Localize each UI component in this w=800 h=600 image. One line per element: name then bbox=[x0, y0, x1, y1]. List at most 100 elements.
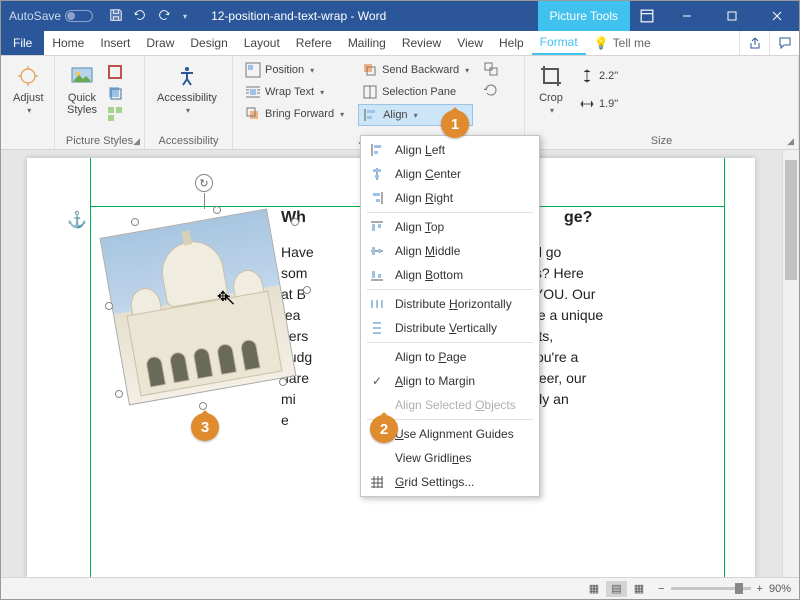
print-layout-icon[interactable]: ▤ bbox=[606, 581, 626, 597]
picture-styles-group-label: Picture Styles bbox=[66, 135, 133, 147]
bring-forward-button[interactable]: Bring Forward▾ bbox=[241, 104, 348, 124]
tab-format[interactable]: Format bbox=[532, 31, 586, 55]
ribbon-display-options-icon[interactable] bbox=[630, 9, 664, 23]
read-mode-icon[interactable]: ▦ bbox=[585, 583, 603, 595]
alignment-guide-right bbox=[724, 158, 725, 577]
resize-handle[interactable] bbox=[213, 206, 221, 214]
menu-label: Align Center bbox=[395, 167, 461, 181]
toggle-off-icon bbox=[65, 10, 93, 22]
menu-align-top[interactable]: Align Top bbox=[361, 215, 539, 239]
menu-align-left[interactable]: Align Left bbox=[361, 138, 539, 162]
view-buttons: ▦ ▤ ▦ bbox=[585, 582, 648, 595]
wrap-text-icon bbox=[245, 84, 261, 100]
save-icon[interactable] bbox=[109, 8, 123, 25]
web-layout-icon[interactable]: ▦ bbox=[630, 583, 648, 595]
menu-distribute-horizontally[interactable]: Distribute Horizontally bbox=[361, 292, 539, 316]
menu-align-middle[interactable]: Align Middle bbox=[361, 239, 539, 263]
size-dialog-launcher-icon[interactable]: ◢ bbox=[787, 136, 794, 147]
adjust-icon bbox=[14, 62, 42, 90]
tab-layout[interactable]: Layout bbox=[236, 31, 288, 55]
menu-align-center[interactable]: Align Center bbox=[361, 162, 539, 186]
rotate-handle[interactable]: ↻ bbox=[195, 174, 213, 192]
group-objects-icon[interactable] bbox=[483, 61, 499, 80]
picture-layout-icon[interactable] bbox=[107, 106, 123, 125]
menu-label: Align Selected Objects bbox=[395, 398, 516, 412]
zoom-control: − + 90% bbox=[658, 583, 791, 595]
tab-insert[interactable]: Insert bbox=[92, 31, 138, 55]
scrollbar-thumb[interactable] bbox=[785, 160, 797, 280]
selected-picture[interactable] bbox=[113, 222, 293, 402]
crop-button[interactable]: Crop▾ bbox=[533, 60, 569, 117]
menu-align-right[interactable]: Align Right bbox=[361, 186, 539, 210]
zoom-in-button[interactable]: + bbox=[757, 583, 763, 595]
title-bar: AutoSave ▾ 12-position-and-text-wrap - W… bbox=[1, 1, 799, 31]
tab-file[interactable]: File bbox=[1, 31, 44, 55]
minimize-button[interactable] bbox=[664, 1, 709, 31]
position-icon bbox=[245, 62, 261, 78]
rotate-icon[interactable] bbox=[483, 82, 499, 101]
send-backward-label: Send Backward bbox=[382, 64, 459, 76]
autosave-toggle[interactable]: AutoSave bbox=[1, 9, 101, 23]
ribbon-tabs: File Home Insert Draw Design Layout Refe… bbox=[1, 31, 799, 56]
bring-forward-label: Bring Forward bbox=[265, 108, 334, 120]
width-input[interactable]: 1.9" bbox=[575, 94, 622, 114]
resize-handle[interactable] bbox=[303, 286, 311, 294]
quick-styles-button[interactable]: Quick Styles bbox=[63, 60, 101, 118]
height-input[interactable]: 2.2" bbox=[575, 66, 622, 86]
position-button[interactable]: Position▾ bbox=[241, 60, 348, 80]
vertical-scrollbar[interactable] bbox=[782, 150, 799, 577]
resize-handle[interactable] bbox=[115, 390, 123, 398]
tab-help[interactable]: Help bbox=[491, 31, 532, 55]
menu-distribute-vertically[interactable]: Distribute Vertically bbox=[361, 316, 539, 340]
zoom-slider[interactable] bbox=[671, 587, 751, 590]
tab-view[interactable]: View bbox=[449, 31, 491, 55]
tell-me-search[interactable]: 💡 Tell me bbox=[586, 31, 659, 55]
picture-effects-icon[interactable] bbox=[107, 85, 123, 104]
qat-more-icon[interactable]: ▾ bbox=[183, 12, 187, 21]
resize-handle[interactable] bbox=[279, 378, 287, 386]
redo-icon[interactable] bbox=[157, 8, 171, 25]
menu-align-bottom[interactable]: Align Bottom bbox=[361, 263, 539, 287]
dialog-launcher-icon[interactable]: ◢ bbox=[133, 136, 140, 147]
share-button[interactable] bbox=[739, 31, 769, 55]
zoom-out-button[interactable]: − bbox=[658, 583, 664, 595]
resize-handle[interactable] bbox=[131, 218, 139, 226]
menu-label: Align to Page bbox=[395, 350, 466, 364]
anchor-icon: ⚓ bbox=[67, 210, 87, 230]
menu-label: Align Left bbox=[395, 143, 445, 157]
menu-align-to-margin[interactable]: Align to Margin bbox=[361, 369, 539, 393]
crop-icon bbox=[537, 62, 565, 90]
tab-review[interactable]: Review bbox=[394, 31, 449, 55]
maximize-button[interactable] bbox=[709, 1, 754, 31]
accessibility-button[interactable]: Accessibility▾ bbox=[153, 60, 221, 117]
lightbulb-icon: 💡 bbox=[594, 36, 609, 50]
send-backward-button[interactable]: Send Backward▾ bbox=[358, 60, 473, 80]
resize-handle[interactable] bbox=[291, 218, 299, 226]
zoom-value[interactable]: 90% bbox=[769, 583, 791, 595]
tab-references[interactable]: Refere bbox=[288, 31, 340, 55]
tab-draw[interactable]: Draw bbox=[138, 31, 182, 55]
adjust-button[interactable]: Adjust▾ bbox=[9, 60, 48, 117]
tab-design[interactable]: Design bbox=[182, 31, 235, 55]
align-icon bbox=[363, 107, 379, 123]
width-icon bbox=[579, 96, 595, 112]
quick-styles-label: Quick Styles bbox=[67, 92, 97, 116]
align-right-icon bbox=[369, 190, 385, 206]
quick-styles-icon bbox=[68, 62, 96, 90]
menu-view-gridlines[interactable]: View Gridlines bbox=[361, 446, 539, 470]
undo-icon[interactable] bbox=[133, 8, 147, 25]
comments-button[interactable] bbox=[769, 31, 799, 55]
menu-align-to-page[interactable]: Align to Page bbox=[361, 345, 539, 369]
resize-handle[interactable] bbox=[105, 302, 113, 310]
wrap-text-button[interactable]: Wrap Text▾ bbox=[241, 82, 348, 102]
tab-mailings[interactable]: Mailing bbox=[340, 31, 394, 55]
autosave-label: AutoSave bbox=[9, 9, 61, 23]
close-button[interactable] bbox=[754, 1, 799, 31]
group-size: Crop▾ 2.2" 1.9" Size◢ bbox=[525, 56, 799, 149]
selection-pane-button[interactable]: Selection Pane bbox=[358, 82, 473, 102]
quick-access-toolbar: ▾ bbox=[101, 8, 195, 25]
menu-grid-settings[interactable]: Grid Settings... bbox=[361, 470, 539, 494]
picture-border-icon[interactable] bbox=[107, 64, 123, 83]
tab-home[interactable]: Home bbox=[44, 31, 92, 55]
zoom-thumb[interactable] bbox=[735, 583, 743, 594]
